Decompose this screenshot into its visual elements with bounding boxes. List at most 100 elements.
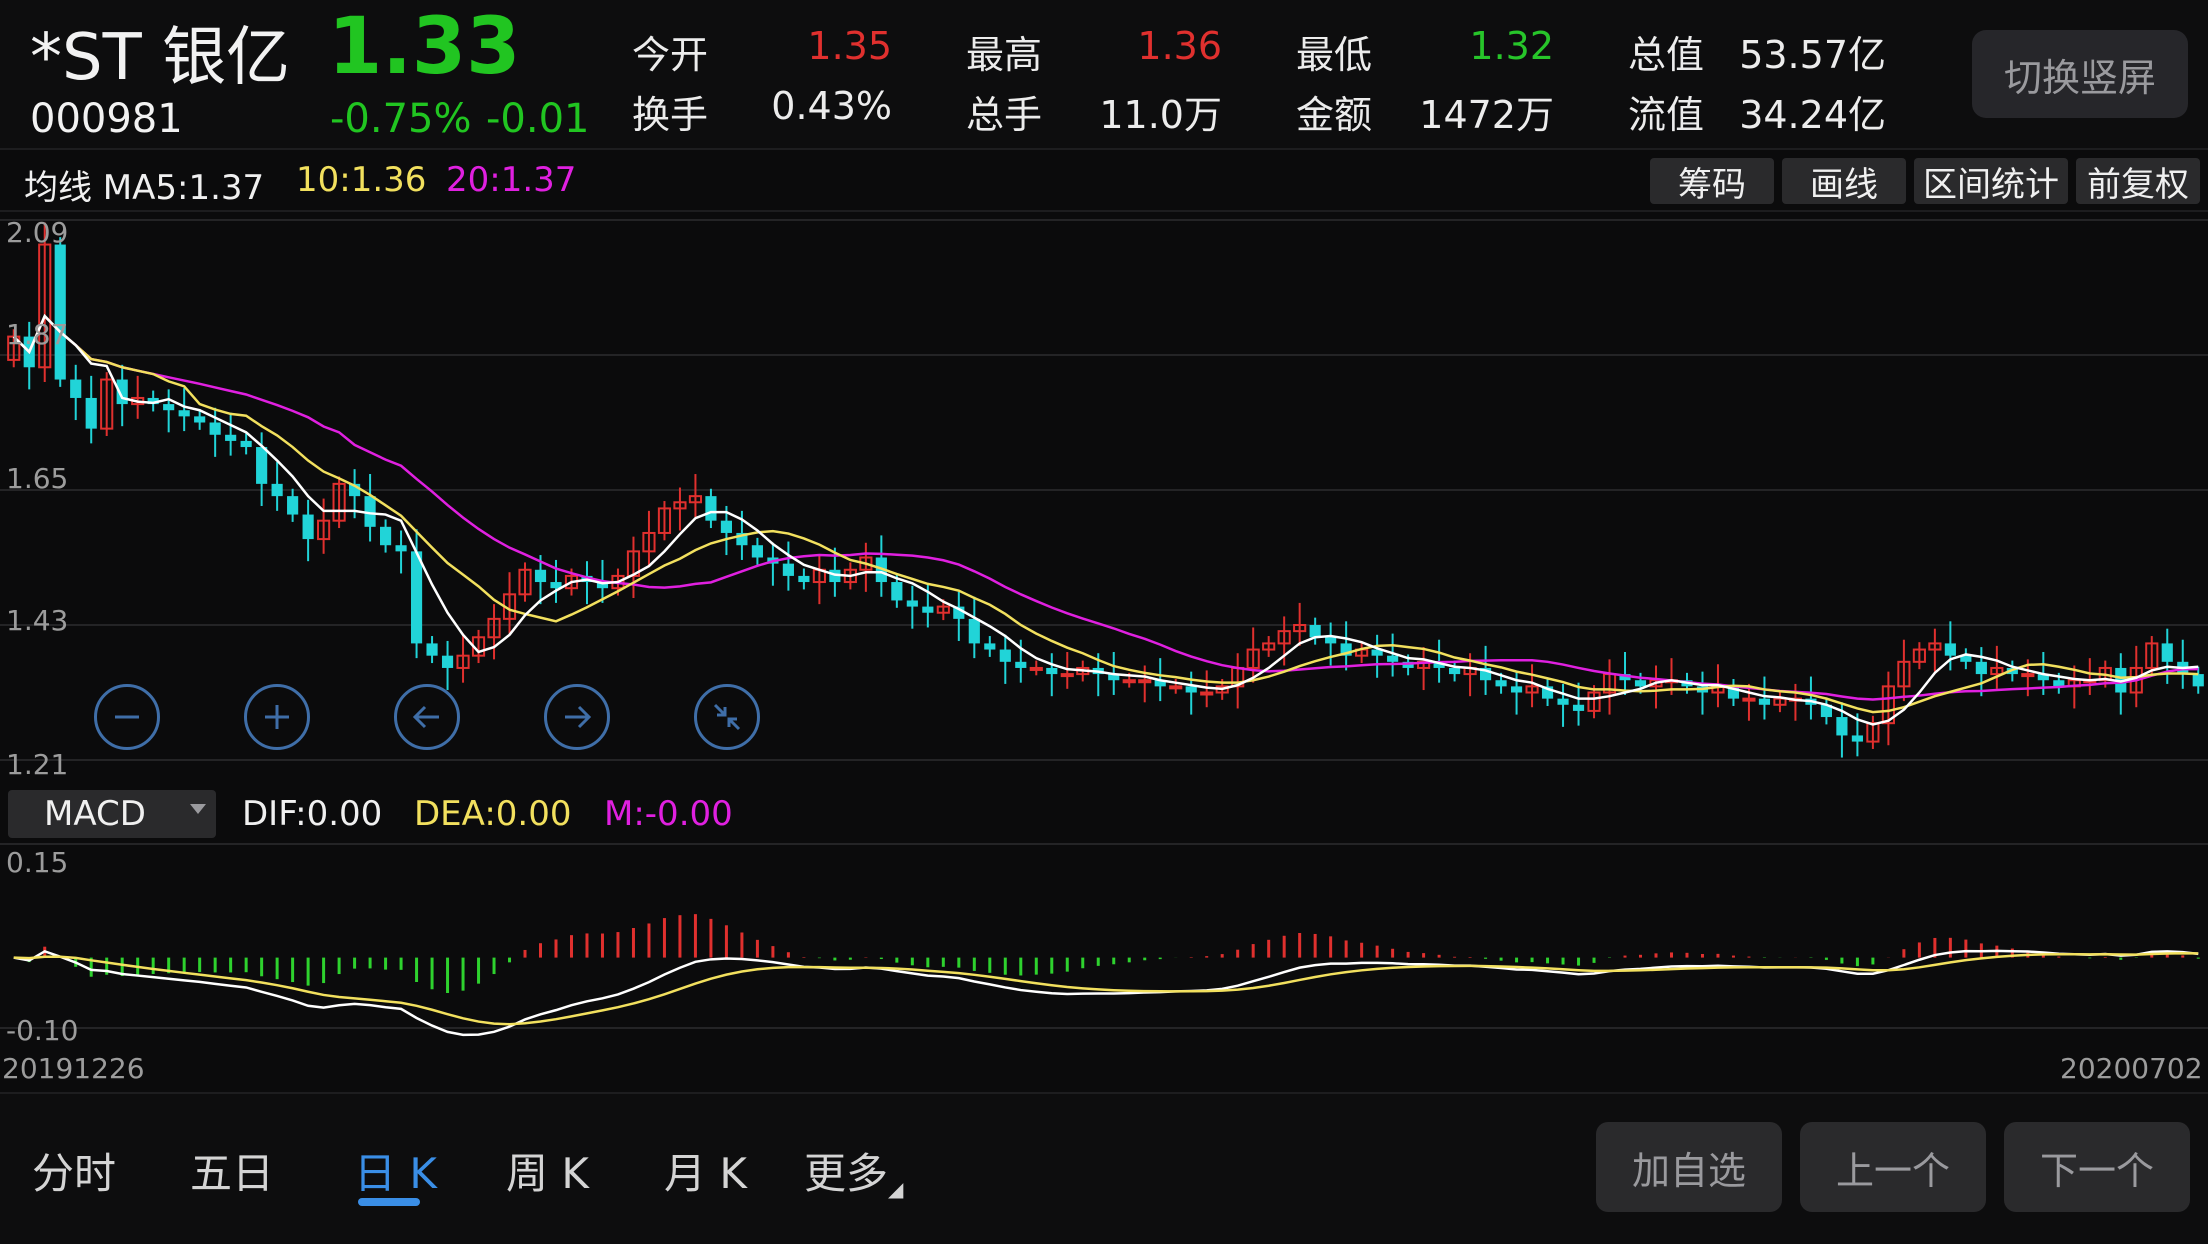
tab-intraday[interactable]: 分时	[32, 1140, 116, 1201]
candle	[271, 483, 283, 497]
price-tick: 2.09	[6, 216, 69, 249]
add-watchlist-button[interactable]: 加自选	[1596, 1122, 1782, 1212]
next-stock-button[interactable]: 下一个	[2004, 1122, 2190, 1212]
candle	[968, 618, 980, 644]
candle	[1634, 680, 1647, 687]
low-label: 最低	[1296, 33, 1373, 77]
candle	[1029, 666, 1043, 671]
zoom-in-button[interactable]	[244, 684, 310, 750]
candlestick-chart[interactable]	[0, 212, 2208, 784]
change-amount: -0.01	[486, 96, 590, 142]
tab-more-label: 更多	[804, 1149, 889, 1198]
candle	[85, 397, 97, 429]
candle	[705, 496, 717, 521]
open-label: 今开	[632, 33, 709, 77]
candle	[194, 416, 206, 423]
candle	[534, 569, 547, 583]
range-stats-button[interactable]: 区间统计	[1914, 158, 2068, 205]
pan-left-button[interactable]	[394, 684, 460, 750]
change-percent: -0.75%	[330, 96, 472, 142]
candle	[380, 526, 392, 546]
turnover-label: 换手	[632, 93, 709, 137]
draw-line-button[interactable]: 画线	[1782, 158, 1906, 205]
stock-name: *ST 银亿	[30, 21, 291, 95]
reset-zoom-button[interactable]	[694, 684, 760, 750]
candle	[1046, 667, 1058, 675]
price-tick: 1.65	[6, 462, 69, 495]
previous-stock-button[interactable]: 上一个	[1800, 1122, 1986, 1212]
mktcap-label: 总值	[1628, 33, 1705, 77]
candle	[999, 649, 1011, 662]
candle	[256, 447, 268, 484]
candle	[287, 496, 299, 515]
candle	[70, 379, 82, 398]
candle	[922, 606, 934, 613]
candle	[178, 410, 190, 417]
candle	[1309, 625, 1321, 638]
candle	[1557, 698, 1569, 705]
arrow-left-icon	[412, 705, 439, 729]
plus-icon	[265, 705, 289, 729]
pan-right-button[interactable]	[544, 684, 610, 750]
high-label: 最高	[966, 33, 1043, 77]
candle	[2192, 674, 2204, 687]
turnover-value: 0.43%	[771, 84, 892, 128]
candle	[2021, 673, 2035, 678]
macd-chart[interactable]	[0, 842, 2208, 1052]
chips-button[interactable]: 筹码	[1650, 158, 1774, 205]
dif-line	[13, 949, 2199, 1037]
switch-portrait-button[interactable]: 切换竖屏	[1972, 30, 2188, 118]
candle	[1015, 661, 1027, 668]
price-tick: 1.87	[6, 318, 69, 351]
amount-value: 1472万	[1419, 93, 1554, 137]
tab-more[interactable]: 更多◢	[804, 1140, 903, 1201]
candle	[1975, 661, 1987, 675]
indicator-select[interactable]: MACD	[8, 790, 216, 838]
candle	[1169, 685, 1183, 690]
ma20-line	[12, 313, 2199, 701]
amount-label: 金额	[1296, 93, 1373, 137]
tab-daily-k[interactable]: 日 K	[354, 1140, 437, 1201]
candle	[1742, 697, 1756, 702]
candle	[984, 643, 996, 650]
candle	[1138, 679, 1152, 684]
candle	[2161, 643, 2173, 662]
tab-monthly-k[interactable]: 月 K	[664, 1140, 747, 1201]
candle	[54, 244, 66, 380]
ma10-label: 10:1.36	[296, 160, 427, 200]
collapse-icon	[713, 703, 741, 731]
m-value: M:-0.00	[604, 794, 733, 834]
low-value: 1.32	[1469, 24, 1554, 68]
end-date: 20200702	[2060, 1052, 2203, 1085]
candle	[441, 655, 454, 668]
candle	[1325, 637, 1337, 644]
volume-label: 总手	[966, 93, 1043, 137]
price-tick: 1.21	[6, 748, 69, 781]
corner-caret-icon: ◢	[888, 1177, 904, 1201]
candle	[302, 514, 314, 540]
active-tab-indicator	[358, 1198, 420, 1206]
candle	[1851, 735, 1863, 742]
candle	[163, 404, 175, 411]
tab-weekly-k[interactable]: 周 K	[506, 1140, 589, 1201]
start-date: 20191226	[2, 1052, 145, 1085]
candle	[240, 440, 252, 448]
candle	[1449, 667, 1461, 675]
candle	[1495, 680, 1507, 687]
indicator-select-value: MACD	[44, 794, 146, 834]
zoom-out-button[interactable]	[94, 684, 160, 750]
float-label: 流值	[1628, 93, 1705, 137]
current-price: 1.33	[328, 2, 521, 92]
candle	[1510, 686, 1523, 693]
candle	[782, 563, 794, 576]
caret-down-icon	[190, 804, 206, 814]
tab-five-day[interactable]: 五日	[190, 1140, 274, 1201]
ma20-label: 20:1.37	[446, 160, 577, 200]
candle	[410, 551, 423, 644]
float-value: 34.24亿	[1739, 93, 1886, 137]
candle	[395, 545, 407, 552]
candle	[798, 575, 810, 583]
price-tick: 1.43	[6, 604, 69, 637]
macd-tick-top: 0.15	[6, 846, 69, 879]
adjust-button[interactable]: 前复权	[2076, 158, 2200, 205]
